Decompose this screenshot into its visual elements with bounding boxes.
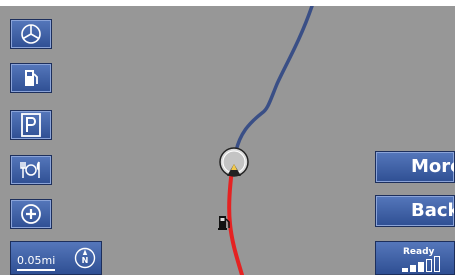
parking-icon (21, 113, 41, 137)
navigation-screen: 0.05mi N More Back Ready (0, 0, 455, 275)
status-label: Ready (403, 247, 435, 257)
restaurant-icon (20, 161, 40, 178)
map-scale-panel: 0.05mi N (10, 241, 102, 275)
signal-bar (434, 256, 440, 272)
north-compass-icon[interactable]: N (74, 247, 96, 269)
map-view[interactable] (0, 6, 455, 275)
signal-bar (418, 262, 424, 272)
plus-icon (21, 204, 41, 224)
route-ahead-line (230, 6, 314, 169)
signal-bar (402, 268, 408, 272)
map-scale-bar (17, 269, 55, 271)
home-button[interactable] (10, 19, 52, 49)
map-canvas (218, 6, 314, 275)
map-scale-label: 0.05mi (17, 254, 56, 267)
signal-bar (426, 259, 432, 272)
more-button[interactable]: More (375, 151, 455, 183)
route-traveled-line (227, 167, 244, 275)
restaurant-button[interactable] (10, 155, 52, 185)
svg-text:N: N (82, 256, 89, 265)
fuel-pump-icon[interactable] (218, 216, 230, 230)
more-poi-button[interactable] (10, 199, 52, 229)
status-panel: Ready (375, 241, 455, 275)
fuel-station-button[interactable] (10, 63, 52, 93)
mercedes-star-icon (21, 24, 41, 44)
vehicle-position-icon (219, 147, 249, 177)
fuel-pump-icon (25, 70, 38, 86)
signal-bar (410, 265, 416, 272)
parking-button[interactable] (10, 110, 52, 140)
back-button[interactable]: Back (375, 195, 455, 227)
